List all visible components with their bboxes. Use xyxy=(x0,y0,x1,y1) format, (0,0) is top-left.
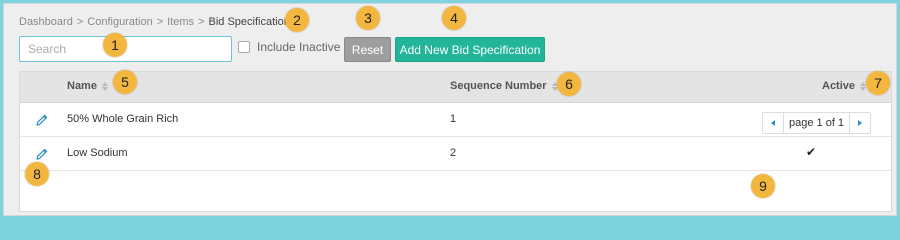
cell-sequence-number: 1 xyxy=(450,113,457,125)
column-header-sequence-number[interactable]: Sequence Number xyxy=(450,80,558,92)
breadcrumb-bid-specifications: Bid Specifications xyxy=(208,16,296,28)
column-header-label: Sequence Number xyxy=(450,80,547,92)
pencil-icon[interactable] xyxy=(35,113,49,127)
breadcrumb-separator: > xyxy=(198,16,205,28)
callout-badge-6: 6 xyxy=(557,72,581,96)
cell-name: Low Sodium xyxy=(67,147,128,159)
chevron-right-icon xyxy=(858,120,863,126)
breadcrumb-dashboard[interactable]: Dashboard xyxy=(19,16,73,28)
include-inactive-label[interactable]: Include Inactive xyxy=(257,40,340,54)
reset-button[interactable]: Reset xyxy=(344,37,391,62)
sort-icon[interactable] xyxy=(101,80,108,92)
callout-badge-9: 9 xyxy=(751,174,775,198)
next-page-button[interactable] xyxy=(850,113,870,133)
column-header-label: Active xyxy=(822,80,856,92)
column-header-label: Name xyxy=(67,80,97,92)
chevron-left-icon xyxy=(771,120,775,126)
breadcrumb-items[interactable]: Items xyxy=(167,16,194,28)
page-indicator: page 1 of 1 xyxy=(783,113,851,133)
callout-badge-5: 5 xyxy=(113,70,137,94)
include-inactive-checkbox[interactable] xyxy=(238,41,250,53)
callout-badge-1: 1 xyxy=(103,33,127,57)
callout-badge-4: 4 xyxy=(442,6,466,30)
previous-page-button[interactable] xyxy=(763,113,783,133)
callout-badge-7: 7 xyxy=(866,71,890,95)
table-row: 50% Whole Grain Rich 1 ✔ xyxy=(20,103,891,137)
callout-badge-2: 2 xyxy=(285,8,309,32)
active-check-icon: ✔ xyxy=(806,145,817,159)
pagination: page 1 of 1 xyxy=(762,112,872,134)
column-header-active[interactable]: Active xyxy=(822,80,867,92)
breadcrumb: Dashboard > Configuration > Items > Bid Specif… xyxy=(19,16,295,28)
callout-badge-8: 8 xyxy=(25,162,49,186)
column-header-name[interactable]: Name xyxy=(67,80,108,92)
table-header: Name Sequence Number Active xyxy=(20,72,891,103)
pencil-icon[interactable] xyxy=(35,147,49,161)
breadcrumb-separator: > xyxy=(76,16,84,28)
cell-name: 50% Whole Grain Rich xyxy=(67,113,179,125)
breadcrumb-configuration[interactable]: Configuration xyxy=(87,16,152,28)
cell-sequence-number: 2 xyxy=(450,147,457,159)
add-bid-specification-button[interactable]: Add New Bid Specification xyxy=(395,37,545,62)
callout-badge-3: 3 xyxy=(356,6,380,30)
breadcrumb-separator: > xyxy=(156,16,164,28)
table-row: Low Sodium 2 ✔ xyxy=(20,137,891,171)
